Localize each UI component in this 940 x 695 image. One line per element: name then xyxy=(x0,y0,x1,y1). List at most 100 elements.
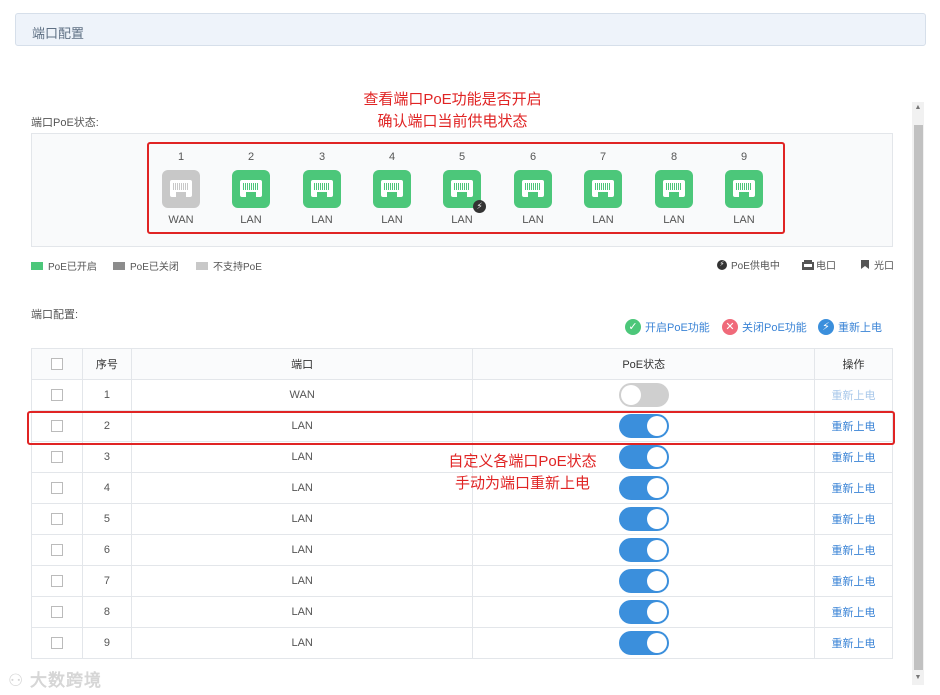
config-label: 端口配置: xyxy=(31,309,79,321)
annotation-top-line1: 查看端口PoE功能是否开启 xyxy=(363,91,542,108)
poe-toggle[interactable] xyxy=(618,445,669,469)
electric-port-icon xyxy=(802,259,814,270)
scroll-up-icon[interactable]: ▲ xyxy=(912,102,924,114)
legend-optical-label: 光口 xyxy=(874,261,894,272)
port-config-table: 序号 端口 PoE状态 操作 1 WAN 重新上电 2 LAN 重新上电 3 LAN 重新上电 4… xyxy=(31,348,893,659)
repower-link[interactable]: 重新上电 xyxy=(832,545,876,557)
port-socket xyxy=(381,180,403,197)
table-header-row: 序号 端口 PoE状态 操作 xyxy=(31,348,893,380)
seq-cell: 6 xyxy=(81,534,132,566)
port-number: 3 xyxy=(318,151,326,163)
poe-cell xyxy=(472,379,816,411)
port-cell: LAN xyxy=(130,627,474,659)
scrollbar-thumb[interactable] xyxy=(914,125,923,670)
disable-poe-button[interactable]: ✕ 关闭PoE功能 xyxy=(722,319,807,335)
port-socket xyxy=(663,180,685,197)
poe-cell xyxy=(472,596,816,628)
header-seq: 序号 xyxy=(81,348,132,380)
poe-toggle[interactable] xyxy=(618,600,669,624)
bolt-icon: ⚡ xyxy=(717,259,727,270)
legend-optical: 光口 xyxy=(860,257,894,272)
repower-link[interactable]: 重新上电 xyxy=(832,452,876,464)
watermark-text: 大数跨境 xyxy=(29,671,102,690)
page-title: 端口配置 xyxy=(32,26,85,41)
poe-toggle[interactable] xyxy=(618,507,669,531)
legend-unsupported: 不支持PoE xyxy=(196,258,262,273)
select-cell xyxy=(31,565,83,597)
port-socket xyxy=(240,180,262,197)
select-all-cell xyxy=(31,348,83,380)
op-cell: 重新上电 xyxy=(814,534,893,566)
legend-on-label: PoE已开启 xyxy=(48,262,97,273)
enable-poe-button[interactable]: ✓ 开启PoE功能 xyxy=(625,319,710,335)
port-type: LAN xyxy=(592,214,614,226)
bolt-icon: ⚡ xyxy=(818,319,834,335)
legend-powering-label: PoE供电中 xyxy=(731,261,780,272)
select-cell xyxy=(31,472,83,504)
table-row: 7 LAN 重新上电 xyxy=(31,565,893,597)
port-type: LAN xyxy=(663,214,685,226)
port-cell: LAN xyxy=(130,503,474,535)
ethernet-port-icon xyxy=(584,170,622,208)
port-number: 8 xyxy=(670,151,678,163)
port-6: 6 LAN xyxy=(513,151,553,226)
port-7: 7 LAN xyxy=(583,151,623,226)
select-cell xyxy=(31,596,83,628)
poe-status-label: 端口PoE状态: xyxy=(31,117,99,129)
table-row: 9 LAN 重新上电 xyxy=(31,627,893,659)
repower-link[interactable]: 重新上电 xyxy=(832,576,876,588)
row-checkbox[interactable] xyxy=(50,606,63,619)
row-checkbox[interactable] xyxy=(50,637,63,650)
port-socket xyxy=(733,180,755,197)
port-4: 4 LAN xyxy=(372,151,412,226)
poe-toggle[interactable] xyxy=(618,383,669,407)
row-checkbox[interactable] xyxy=(50,544,63,557)
port-socket xyxy=(592,180,614,197)
row-checkbox[interactable] xyxy=(50,451,63,464)
port-type: LAN xyxy=(451,214,473,226)
row-checkbox[interactable] xyxy=(50,513,63,526)
ethernet-port-icon xyxy=(303,170,341,208)
seq-cell: 9 xyxy=(81,627,132,659)
select-cell xyxy=(31,379,83,411)
legend-off: PoE已关闭 xyxy=(113,258,179,273)
port-type: LAN xyxy=(381,214,403,226)
ethernet-port-icon xyxy=(514,170,552,208)
legend-off-swatch xyxy=(113,261,125,270)
port-1: 1 WAN xyxy=(161,151,201,226)
legend-powering: ⚡ PoE供电中 xyxy=(717,257,780,272)
port-5: 5 ⚡ LAN xyxy=(442,151,486,226)
row-checkbox[interactable] xyxy=(50,575,63,588)
port-socket xyxy=(311,180,333,197)
port-type: LAN xyxy=(311,214,333,226)
bolt-icon: ⚡ xyxy=(473,200,486,213)
legend-on: PoE已开启 xyxy=(31,258,97,273)
seq-cell: 4 xyxy=(81,472,132,504)
repower-link[interactable]: 重新上电 xyxy=(832,390,876,402)
repower-link[interactable]: 重新上电 xyxy=(832,483,876,495)
optical-port-icon xyxy=(860,259,870,270)
op-cell: 重新上电 xyxy=(814,503,893,535)
poe-toggle[interactable] xyxy=(618,538,669,562)
poe-toggle[interactable] xyxy=(618,476,669,500)
repower-link[interactable]: 重新上电 xyxy=(832,638,876,650)
seq-cell: 5 xyxy=(81,503,132,535)
poe-cell xyxy=(472,503,816,535)
repower-link[interactable]: 重新上电 xyxy=(832,514,876,526)
port-number: 2 xyxy=(247,151,255,163)
repower-link[interactable]: 重新上电 xyxy=(832,607,876,619)
poe-toggle[interactable] xyxy=(618,631,669,655)
repower-button[interactable]: ⚡ 重新上电 xyxy=(818,319,882,335)
port-cell: LAN xyxy=(130,441,474,473)
row-checkbox[interactable] xyxy=(50,482,63,495)
port-number: 5 xyxy=(458,151,466,163)
annotation-top-line2: 确认端口当前供电状态 xyxy=(377,113,528,130)
row-checkbox[interactable] xyxy=(50,389,63,402)
port-cell: LAN xyxy=(130,596,474,628)
op-cell: 重新上电 xyxy=(814,441,893,473)
seq-cell: 3 xyxy=(81,441,132,473)
scroll-down-icon[interactable]: ▼ xyxy=(912,672,924,684)
check-icon: ✓ xyxy=(625,319,641,335)
select-all-checkbox[interactable] xyxy=(50,358,63,371)
poe-toggle[interactable] xyxy=(618,569,669,593)
